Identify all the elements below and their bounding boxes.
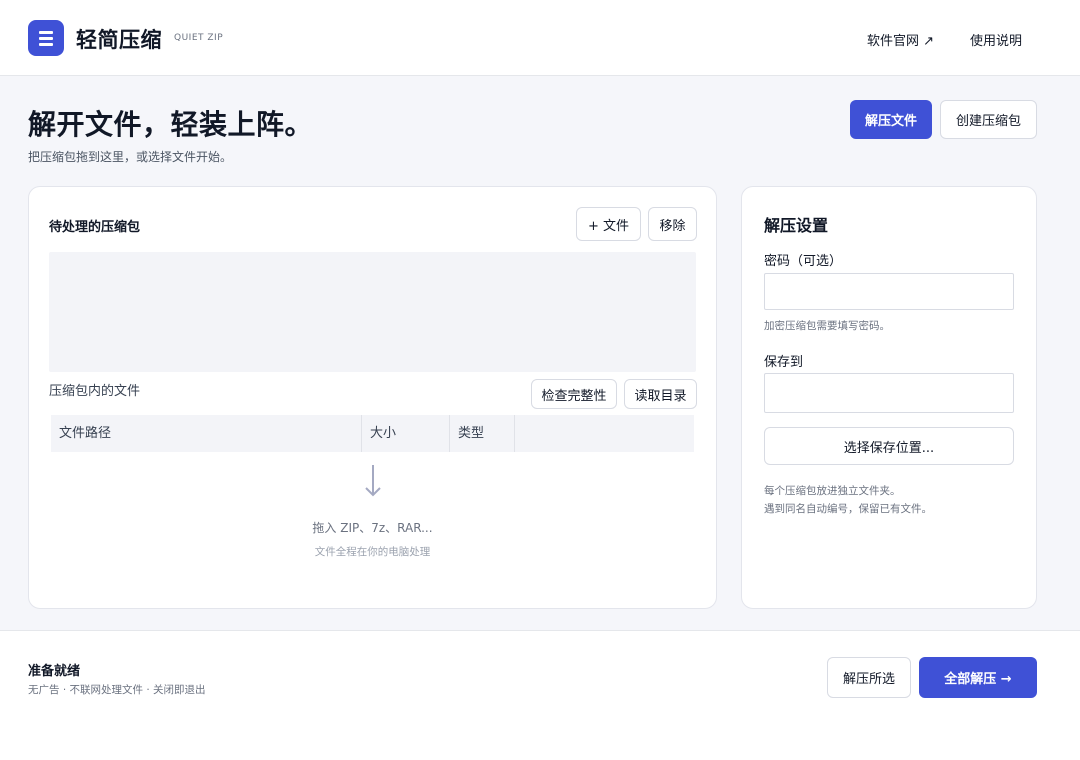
create-archive-button[interactable]: 创建压缩包 <box>940 100 1037 139</box>
save-path-input[interactable] <box>764 373 1014 413</box>
contents-label: 压缩包内的文件 <box>49 384 141 399</box>
settings-title: 解压设置 <box>764 216 829 235</box>
archive-drop-zone[interactable] <box>49 252 696 372</box>
page-title: 解开文件，轻装上阵。 <box>28 108 314 141</box>
column-header-spacer <box>514 415 694 452</box>
column-header-type[interactable]: 类型 <box>449 415 514 452</box>
read-directory-button[interactable]: 读取目录 <box>624 379 697 409</box>
extract-files-button[interactable]: 解压文件 <box>850 100 932 139</box>
check-integrity-button[interactable]: 检查完整性 <box>531 379 617 409</box>
save-to-label: 保存到 <box>764 355 804 370</box>
extract-selected-button[interactable]: 解压所选 <box>827 657 911 698</box>
file-table-header: 文件路径 大小 类型 <box>51 415 694 452</box>
remove-button[interactable]: 移除 <box>648 207 697 241</box>
empty-state-message: 拖入 ZIP、7z、RAR... <box>312 521 433 535</box>
guide-link[interactable]: 使用说明 <box>970 30 1022 49</box>
archive-panel: 待处理的压缩包 + 文件 移除 压缩包内的文件 检查完整性 读取目录 文件路径 … <box>28 186 717 609</box>
column-header-path[interactable]: 文件路径 <box>51 415 361 452</box>
archive-panel-title: 待处理的压缩包 <box>49 220 141 235</box>
website-link[interactable]: 软件官网 ↗ <box>867 30 934 49</box>
app-subtitle: QUIET ZIP <box>174 33 224 43</box>
extract-all-button[interactable]: 全部解压 → <box>919 657 1037 698</box>
app-header: 轻简压缩 QUIET ZIP 软件官网 ↗ 使用说明 <box>0 0 1080 76</box>
status-info: 无广告 · 不联网处理文件 · 关闭即退出 <box>28 684 206 696</box>
status-text: 准备就绪 <box>28 664 81 679</box>
choose-location-button[interactable]: 选择保存位置... <box>764 427 1014 465</box>
app-logo-icon <box>28 20 64 56</box>
main-area: 解开文件，轻装上阵。 把压缩包拖到这里，或选择文件开始。 解压文件 创建压缩包 … <box>0 76 1080 630</box>
column-header-size[interactable]: 大小 <box>361 415 449 452</box>
status-bar: 准备就绪 无广告 · 不联网处理文件 · 关闭即退出 解压所选 全部解压 → <box>0 630 1080 760</box>
password-label: 密码（可选） <box>764 254 843 269</box>
settings-note-1: 每个压缩包放进独立文件夹。 <box>764 485 901 497</box>
password-hint: 加密压缩包需要填写密码。 <box>764 320 890 332</box>
app-name: 轻简压缩 <box>76 28 162 52</box>
settings-note-2: 遇到同名自动编号，保留已有文件。 <box>764 503 932 515</box>
password-input[interactable] <box>764 273 1014 310</box>
page-subtitle: 把压缩包拖到这里，或选择文件开始。 <box>28 150 233 164</box>
empty-state-hint: 文件全程在你的电脑处理 <box>314 546 431 558</box>
add-file-button[interactable]: + 文件 <box>576 207 641 241</box>
arrow-down-icon <box>365 465 381 497</box>
extract-settings-panel: 解压设置 密码（可选） 加密压缩包需要填写密码。 保存到 选择保存位置... 每… <box>741 186 1037 609</box>
